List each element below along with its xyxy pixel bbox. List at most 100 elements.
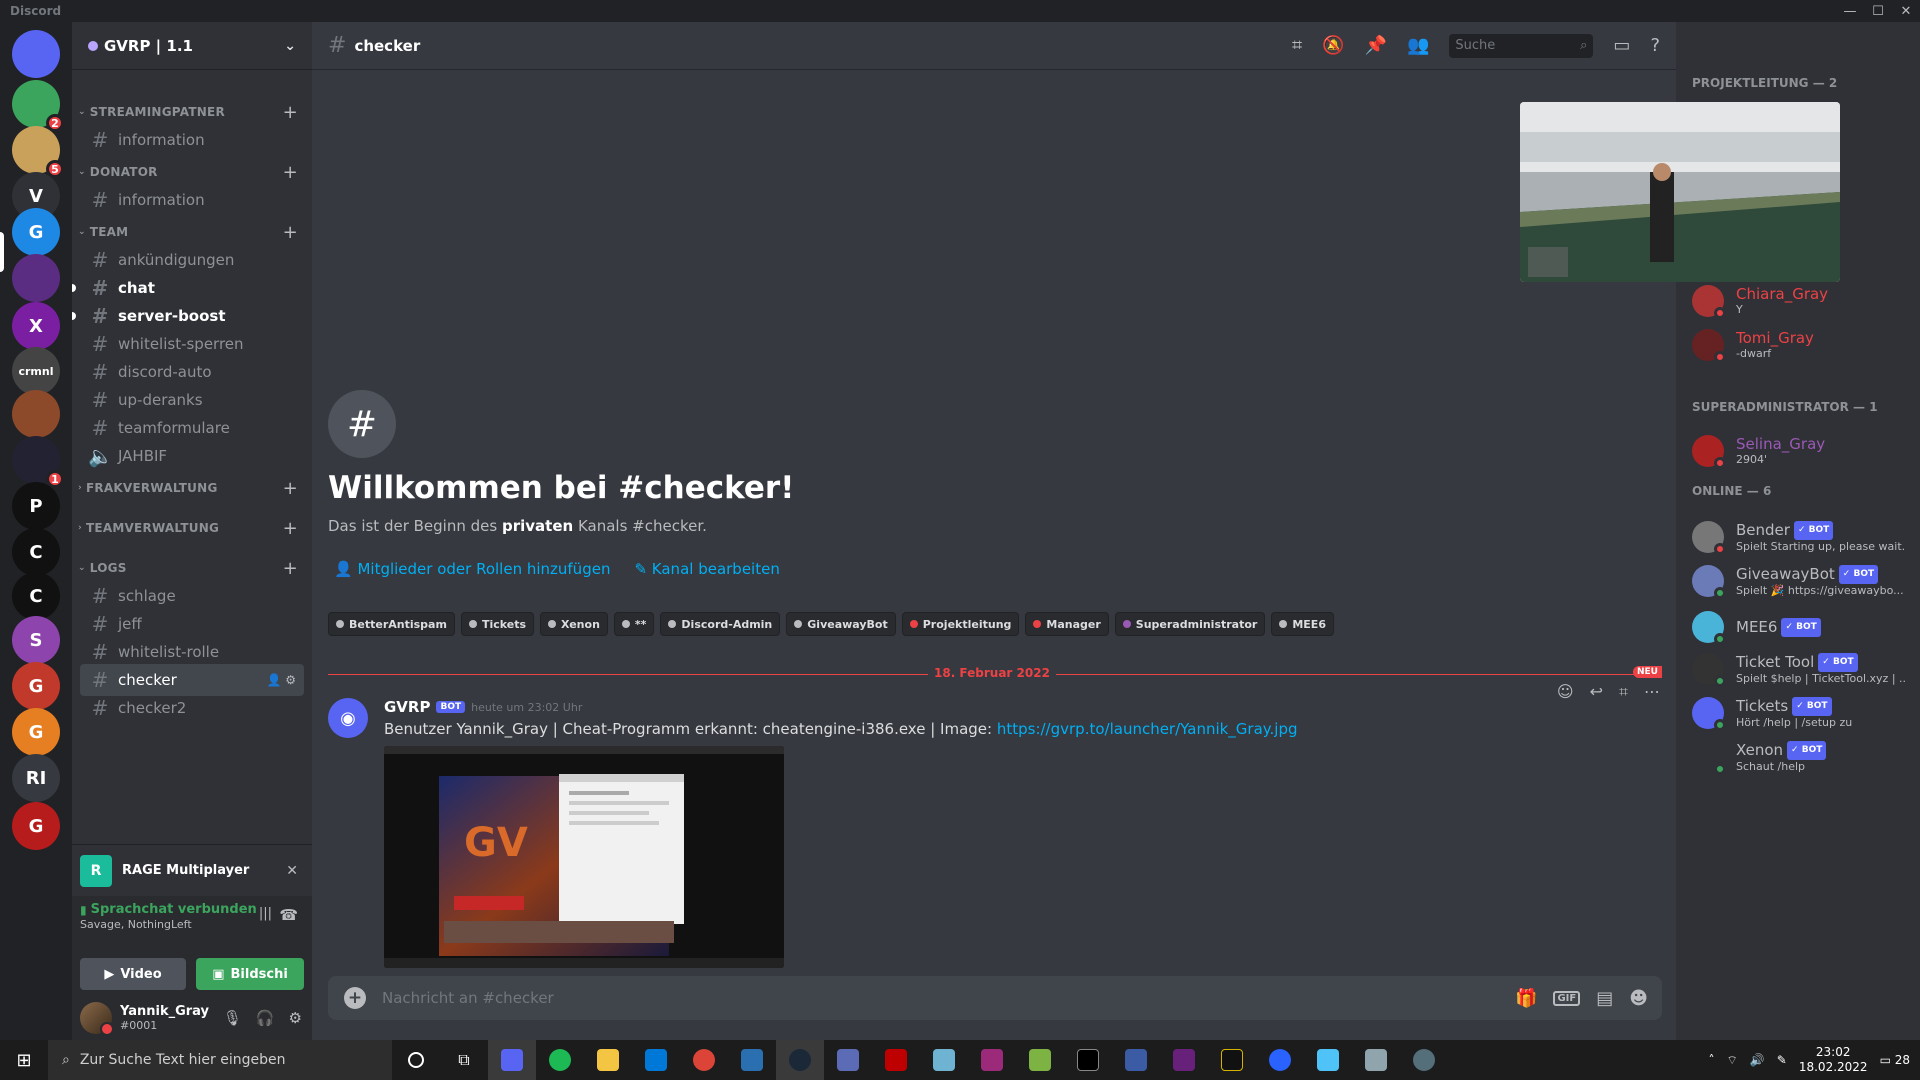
add-channel-icon[interactable]: + [283, 518, 298, 539]
category-team[interactable]: ⌄ TEAM + [72, 222, 312, 243]
gift-icon[interactable]: 🎁 [1515, 988, 1537, 1009]
noise-suppression-icon[interactable]: ||| [259, 906, 272, 921]
minimize-icon[interactable]: — [1836, 0, 1864, 22]
message-composer[interactable]: + Nachricht an #checker 🎁 GIF ▤ ☻ [328, 976, 1662, 1020]
category-logs[interactable]: ⌄ LOGS + [72, 558, 312, 579]
avatar[interactable]: ◉ [328, 698, 368, 738]
server-icon[interactable] [12, 254, 60, 302]
chrome-task-icon[interactable] [680, 1040, 728, 1080]
chevron-down-icon[interactable]: ⌄ [284, 38, 296, 54]
app-task-icon-6[interactable] [1304, 1040, 1352, 1080]
member-item[interactable]: Bender ✓ BOT Spielt Starting up, please wa… [1692, 516, 1912, 558]
search-input[interactable]: Suche ⌕ [1449, 33, 1594, 58]
microphone-icon[interactable]: 🎙 [223, 1009, 242, 1027]
video-button[interactable]: ▶ Video [80, 958, 186, 990]
add-channel-icon[interactable]: + [283, 102, 298, 123]
close-activity-icon[interactable]: ✕ [286, 863, 298, 879]
terminal-task-icon[interactable] [1064, 1040, 1112, 1080]
winrar-task-icon[interactable] [968, 1040, 1016, 1080]
role-tag[interactable]: Manager [1025, 612, 1109, 636]
app-task-icon[interactable] [728, 1040, 776, 1080]
volume-icon[interactable]: 🔊 [1750, 1053, 1765, 1067]
category-donator[interactable]: ⌄ DONATOR + [72, 162, 312, 183]
app-task-icon-2[interactable] [824, 1040, 872, 1080]
member-item[interactable]: Selina_Gray 2904' [1692, 430, 1912, 472]
stream-preview[interactable] [1520, 102, 1840, 282]
settings-task-icon[interactable] [1400, 1040, 1448, 1080]
app-task-icon-7[interactable] [1352, 1040, 1400, 1080]
headphones-icon[interactable]: 🎧 [256, 1009, 275, 1027]
member-item[interactable]: Tomi_Gray -dwarf [1692, 324, 1912, 366]
vscode-task-icon[interactable] [632, 1040, 680, 1080]
disconnect-icon[interactable]: ☎ [279, 906, 298, 924]
rage-task-icon[interactable] [1208, 1040, 1256, 1080]
add-channel-icon[interactable]: + [283, 478, 298, 499]
add-channel-icon[interactable]: + [283, 162, 298, 183]
app-task-icon-3[interactable] [920, 1040, 968, 1080]
member-item[interactable]: MEE6 ✓ BOT [1692, 606, 1912, 648]
add-channel-icon[interactable]: + [283, 222, 298, 243]
emoji-icon[interactable]: ☻ [1629, 988, 1648, 1009]
role-tag[interactable]: GiveawayBot [786, 612, 896, 636]
channel-jahbif[interactable]: 🔈 JAHBIF [80, 440, 304, 472]
server-icon[interactable]: S [12, 616, 60, 664]
channel-information-donator[interactable]: # information [80, 184, 304, 216]
message-input[interactable]: Nachricht an #checker [382, 989, 554, 1007]
server-icon[interactable]: G [12, 662, 60, 710]
role-tag[interactable]: BetterAntispam [328, 612, 455, 636]
add-members-link[interactable]: 👤 Mitglieder oder Rollen hinzufügen [334, 560, 610, 578]
add-reaction-icon[interactable]: ☺ [1557, 682, 1574, 702]
category-streaming[interactable]: ⌄ STREAMINGPATNER + [72, 102, 312, 123]
role-tag[interactable]: ** [613, 612, 655, 636]
gear-icon[interactable]: ⚙ [289, 1009, 302, 1027]
message-author[interactable]: GVRP [384, 698, 430, 716]
role-tag[interactable]: Superadministrator [1114, 612, 1266, 636]
taskbar-search[interactable]: ⌕ Zur Suche Text hier eingeben [48, 1040, 392, 1080]
attach-plus-icon[interactable]: + [344, 987, 366, 1009]
notification-icon[interactable]: ▭ 28 [1880, 1053, 1910, 1067]
server-icon[interactable]: P [12, 482, 60, 530]
discord-task-icon[interactable] [488, 1040, 536, 1080]
member-item[interactable]: Tickets ✓ BOT Hört /help | /setup zu [1692, 692, 1912, 734]
inbox-icon[interactable]: ▭ [1613, 35, 1630, 56]
server-icon[interactable]: 2 [12, 80, 64, 132]
steam-task-icon[interactable] [776, 1040, 824, 1080]
member-item[interactable]: GiveawayBot ✓ BOT Spielt 🎉 https://giveawa… [1692, 560, 1912, 602]
server-icon[interactable]: RI [12, 754, 60, 802]
threads-icon[interactable]: ⌗ [1292, 35, 1302, 56]
more-icon[interactable]: ⋯ [1644, 682, 1660, 702]
guild-header[interactable]: GVRP | 1.1 ⌄ [72, 22, 312, 70]
avatar[interactable] [80, 1002, 114, 1036]
maximize-icon[interactable]: ☐ [1864, 0, 1892, 22]
server-icon[interactable]: crmnl [12, 347, 60, 395]
close-icon[interactable]: ✕ [1892, 0, 1920, 22]
message-image[interactable]: GV [384, 746, 784, 968]
thread-icon[interactable]: ⌗ [1619, 682, 1628, 702]
role-tag[interactable]: Tickets [460, 612, 535, 636]
role-tag[interactable]: Projektleitung [901, 612, 1020, 636]
member-item[interactable]: Ticket Tool ✓ BOT Spielt $help | TicketToo… [1692, 648, 1912, 690]
spotify-task-icon[interactable] [536, 1040, 584, 1080]
sticker-icon[interactable]: ▤ [1596, 988, 1613, 1009]
app-task-icon-5[interactable] [1256, 1040, 1304, 1080]
visual-studio-task-icon[interactable] [1160, 1040, 1208, 1080]
server-icon[interactable] [12, 390, 60, 438]
member-item[interactable]: Chiara_Gray Y [1692, 280, 1912, 322]
task-view-icon[interactable]: ⧉ [440, 1040, 488, 1080]
voice-status[interactable]: Sprachchat verbunden [91, 902, 257, 917]
role-tag[interactable]: Xenon [540, 612, 608, 636]
app-task-icon-4[interactable] [1112, 1040, 1160, 1080]
clock[interactable]: 23:02 18.02.2022 [1799, 1045, 1868, 1075]
network-icon[interactable]: ⌔ [1727, 1053, 1738, 1068]
server-icon[interactable]: 5 [12, 126, 64, 178]
server-icon[interactable]: G [12, 208, 60, 256]
member-list-icon[interactable]: 👥 [1407, 35, 1429, 56]
channel-settings-icons[interactable]: 👤 ⚙ [266, 673, 296, 687]
pen-icon[interactable]: ✎ [1777, 1053, 1787, 1067]
role-tag[interactable]: MEE6 [1271, 612, 1334, 636]
filezilla-task-icon[interactable] [872, 1040, 920, 1080]
screen-share-button[interactable]: ▣ Bildschi [196, 958, 304, 990]
server-icon[interactable]: G [12, 802, 60, 850]
notepad-task-icon[interactable] [1016, 1040, 1064, 1080]
channel-checker2[interactable]: # checker2 [80, 692, 304, 724]
